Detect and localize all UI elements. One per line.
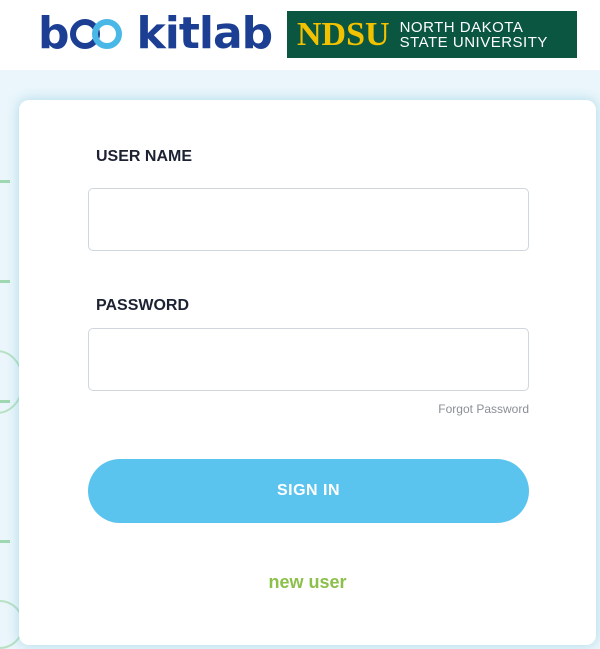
ndsu-line2: STATE UNIVERSITY [399, 33, 548, 51]
header: b kitlab NDSU NORTH DAKOTA STATE UNIVERS… [0, 0, 600, 70]
logo-rings-icon [69, 13, 136, 53]
login-card: USER NAME PASSWORD Forgot Password SIGN … [19, 100, 596, 645]
new-user-link[interactable]: new user [19, 572, 596, 593]
username-input[interactable] [88, 188, 529, 251]
ndsu-logo: NDSU NORTH DAKOTA STATE UNIVERSITY [287, 11, 577, 58]
logo-prefix: b [38, 7, 69, 59]
bookitlab-logo[interactable]: b kitlab [38, 7, 274, 59]
password-input[interactable] [88, 328, 529, 391]
pattern-tick [0, 280, 10, 283]
ndsu-full-name: NORTH DAKOTA STATE UNIVERSITY [400, 20, 548, 50]
logo-suffix: kitlab [136, 7, 274, 59]
password-label: PASSWORD [96, 297, 190, 314]
sign-in-button[interactable]: SIGN IN [88, 459, 529, 523]
forgot-password-link[interactable]: Forgot Password [381, 402, 529, 416]
pattern-tick [0, 540, 10, 543]
username-label: USER NAME [96, 148, 193, 165]
ndsu-wordmark: NDSU [297, 15, 390, 53]
pattern-tick [0, 180, 10, 183]
